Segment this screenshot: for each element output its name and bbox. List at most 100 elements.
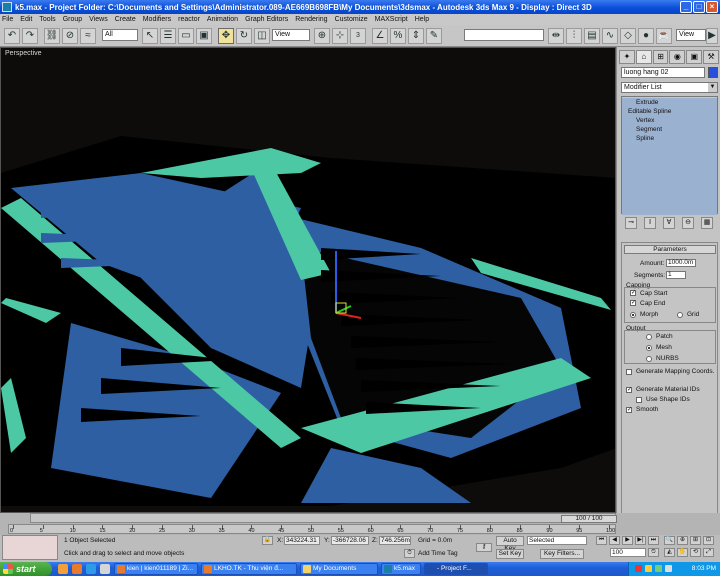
- menu-item-edit[interactable]: Edit: [20, 16, 32, 23]
- time-config-icon[interactable]: ⏲: [648, 548, 659, 557]
- selected-dropdown[interactable]: Selected: [527, 536, 587, 545]
- menu-item-graph-editors[interactable]: Graph Editors: [245, 16, 288, 23]
- amount-spinner[interactable]: 1000.0m: [666, 259, 696, 267]
- cap-end-checkbox[interactable]: ✓: [630, 300, 636, 306]
- zoom-extents-all-icon[interactable]: ⊡: [703, 536, 714, 545]
- go-to-start-icon[interactable]: ⏮: [596, 536, 607, 545]
- taskbar-item-my-documents[interactable]: My Documents: [300, 563, 378, 575]
- select-scale-icon[interactable]: ◫: [254, 28, 270, 44]
- align-icon[interactable]: ⫶: [566, 28, 582, 44]
- remove-modifier-icon[interactable]: ⊖: [682, 217, 694, 229]
- prev-frame-icon[interactable]: ◀: [609, 536, 620, 545]
- close-button[interactable]: ×: [706, 1, 718, 13]
- display-tab-icon[interactable]: ▣: [686, 50, 703, 64]
- auto-key-button[interactable]: Auto Key: [496, 536, 524, 552]
- time-slider-thumb[interactable]: 100 / 100: [561, 515, 617, 523]
- object-name-field[interactable]: luong hang 02: [621, 67, 705, 78]
- stack-item-spline[interactable]: Spline: [622, 134, 717, 143]
- stack-item-editable-spline[interactable]: Editable Spline: [622, 107, 717, 116]
- menu-item-group[interactable]: Group: [63, 16, 82, 23]
- show-end-result-icon[interactable]: Ⅰ: [644, 217, 656, 229]
- maximize-button[interactable]: □: [693, 1, 705, 13]
- stack-item-segment[interactable]: Segment: [622, 125, 717, 134]
- make-unique-icon[interactable]: ∀: [663, 217, 675, 229]
- spinner-snap-icon[interactable]: ⇕: [408, 28, 424, 44]
- start-button[interactable]: start: [0, 562, 52, 576]
- hierarchy-tab-icon[interactable]: ⊞: [652, 50, 669, 64]
- track-bar[interactable]: 0 5 10 15 20 25 30 35 40 45 50 55 60 65 70 75 80 85 90 95 10…: [8, 524, 616, 534]
- undo-icon[interactable]: ↶: [4, 28, 20, 44]
- tray-volume-icon[interactable]: [655, 565, 662, 572]
- modify-tab-icon[interactable]: ⌂: [635, 50, 652, 64]
- tray-antivirus-icon[interactable]: [635, 565, 642, 572]
- nurbs-radio[interactable]: [646, 356, 652, 362]
- quick-render-icon[interactable]: ▶: [706, 28, 718, 44]
- percent-snap-icon[interactable]: %: [390, 28, 406, 44]
- rect-selection-icon[interactable]: ▭: [178, 28, 194, 44]
- gen-mapping-checkbox[interactable]: [626, 369, 632, 375]
- segments-spinner[interactable]: 1: [666, 271, 686, 279]
- tray-network-icon[interactable]: [645, 565, 652, 572]
- minimize-button[interactable]: _: [680, 1, 692, 13]
- lock-selection-icon[interactable]: 🔒: [262, 536, 273, 545]
- bind-space-warp-icon[interactable]: ≈: [80, 28, 96, 44]
- create-tab-icon[interactable]: ✦: [619, 50, 635, 64]
- menu-item-help[interactable]: Help: [415, 16, 429, 23]
- morph-radio[interactable]: [630, 312, 636, 318]
- play-icon[interactable]: ▶: [622, 536, 633, 545]
- quicklaunch-firefox-icon[interactable]: [72, 564, 82, 574]
- stack-item-extrude[interactable]: Extrude: [622, 98, 717, 107]
- object-color-swatch[interactable]: [708, 67, 718, 78]
- time-slider[interactable]: 100 / 100: [30, 513, 617, 523]
- menu-item-customize[interactable]: Customize: [335, 16, 368, 23]
- configure-sets-icon[interactable]: ▦: [701, 217, 713, 229]
- schematic-view-icon[interactable]: ◇: [620, 28, 636, 44]
- pan-icon[interactable]: ✋: [677, 548, 688, 557]
- material-editor-icon[interactable]: ●: [638, 28, 654, 44]
- quicklaunch-ie-icon[interactable]: [86, 564, 96, 574]
- curve-editor-icon[interactable]: ∿: [602, 28, 618, 44]
- selection-filter-dropdown[interactable]: All: [102, 29, 138, 41]
- menu-item-views[interactable]: Views: [89, 16, 108, 23]
- maxscript-listener[interactable]: [2, 535, 58, 560]
- taskbar-item-browser-1[interactable]: kien | kien011189 | Zi...: [114, 563, 198, 575]
- viewport-label[interactable]: Perspective: [5, 50, 42, 57]
- select-by-name-icon[interactable]: ☰: [160, 28, 176, 44]
- mesh-radio[interactable]: [646, 345, 652, 351]
- y-coordinate-field[interactable]: -366728.06: [331, 536, 369, 545]
- add-time-tag[interactable]: Add Time Tag: [418, 550, 458, 557]
- go-to-end-icon[interactable]: ⏭: [648, 536, 659, 545]
- menu-item-maxscript[interactable]: MAXScript: [375, 16, 408, 23]
- menu-item-animation[interactable]: Animation: [207, 16, 238, 23]
- select-object-icon[interactable]: ↖: [142, 28, 158, 44]
- orbit-icon[interactable]: ⟲: [690, 548, 701, 557]
- key-filters-button[interactable]: Key Filters...: [540, 549, 584, 559]
- zoom-all-icon[interactable]: ⊕: [677, 536, 688, 545]
- key-icon[interactable]: ⚷: [476, 543, 492, 552]
- layer-manager-icon[interactable]: ▤: [584, 28, 600, 44]
- z-coordinate-field[interactable]: 746.256m: [379, 536, 411, 545]
- zoom-icon[interactable]: 🔍: [664, 536, 675, 545]
- named-selection-dropdown[interactable]: [464, 29, 544, 41]
- render-type-dropdown[interactable]: View: [676, 29, 706, 41]
- smooth-checkbox[interactable]: ✓: [626, 407, 632, 413]
- select-move-icon[interactable]: ✥: [218, 28, 234, 44]
- menu-item-file[interactable]: File: [2, 16, 13, 23]
- redo-icon[interactable]: ↷: [22, 28, 38, 44]
- tray-language-icon[interactable]: [665, 565, 672, 572]
- menu-item-rendering[interactable]: Rendering: [295, 16, 327, 23]
- next-frame-icon[interactable]: ▶|: [635, 536, 646, 545]
- named-sel-edit-icon[interactable]: ✎: [426, 28, 442, 44]
- x-coordinate-field[interactable]: 343224.31: [284, 536, 320, 545]
- menu-item-tools[interactable]: Tools: [39, 16, 55, 23]
- zoom-extents-icon[interactable]: ⊞: [690, 536, 701, 545]
- maximize-viewport-icon[interactable]: ⤢: [703, 548, 714, 557]
- grid-radio[interactable]: [677, 312, 683, 318]
- unlink-icon[interactable]: ⊘: [62, 28, 78, 44]
- time-tag-icon[interactable]: ⏱: [404, 549, 415, 558]
- angle-snap-icon[interactable]: ∠: [372, 28, 388, 44]
- patch-radio[interactable]: [646, 334, 652, 340]
- pivot-center-icon[interactable]: ⊕: [314, 28, 330, 44]
- current-frame-field[interactable]: 100: [610, 548, 646, 557]
- cap-start-checkbox[interactable]: ✓: [630, 290, 636, 296]
